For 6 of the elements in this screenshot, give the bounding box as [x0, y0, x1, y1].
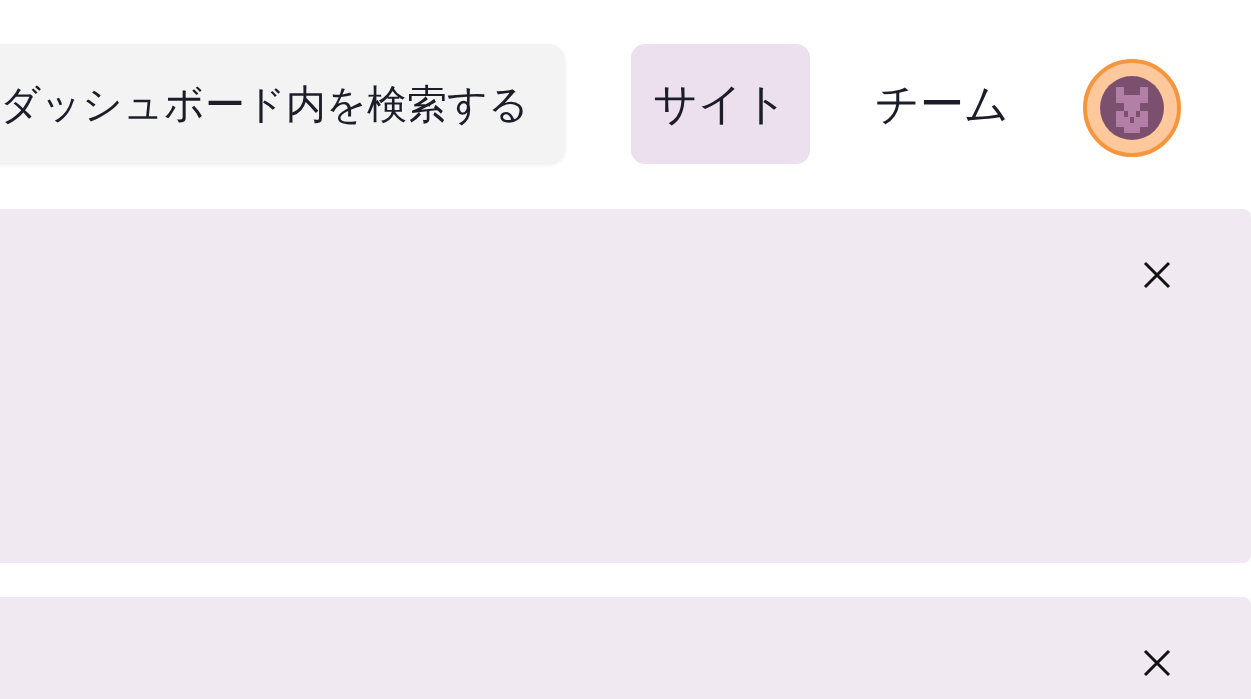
nav-tab[interactable]: チーム [853, 44, 1031, 164]
avatar-icon[interactable] [1083, 59, 1181, 157]
search-field[interactable]: ダッシュボード内を検索する [0, 44, 565, 163]
close-icon[interactable] [1141, 647, 1173, 679]
close-icon[interactable] [1141, 259, 1173, 291]
nav-tab[interactable]: サイト [631, 44, 810, 164]
